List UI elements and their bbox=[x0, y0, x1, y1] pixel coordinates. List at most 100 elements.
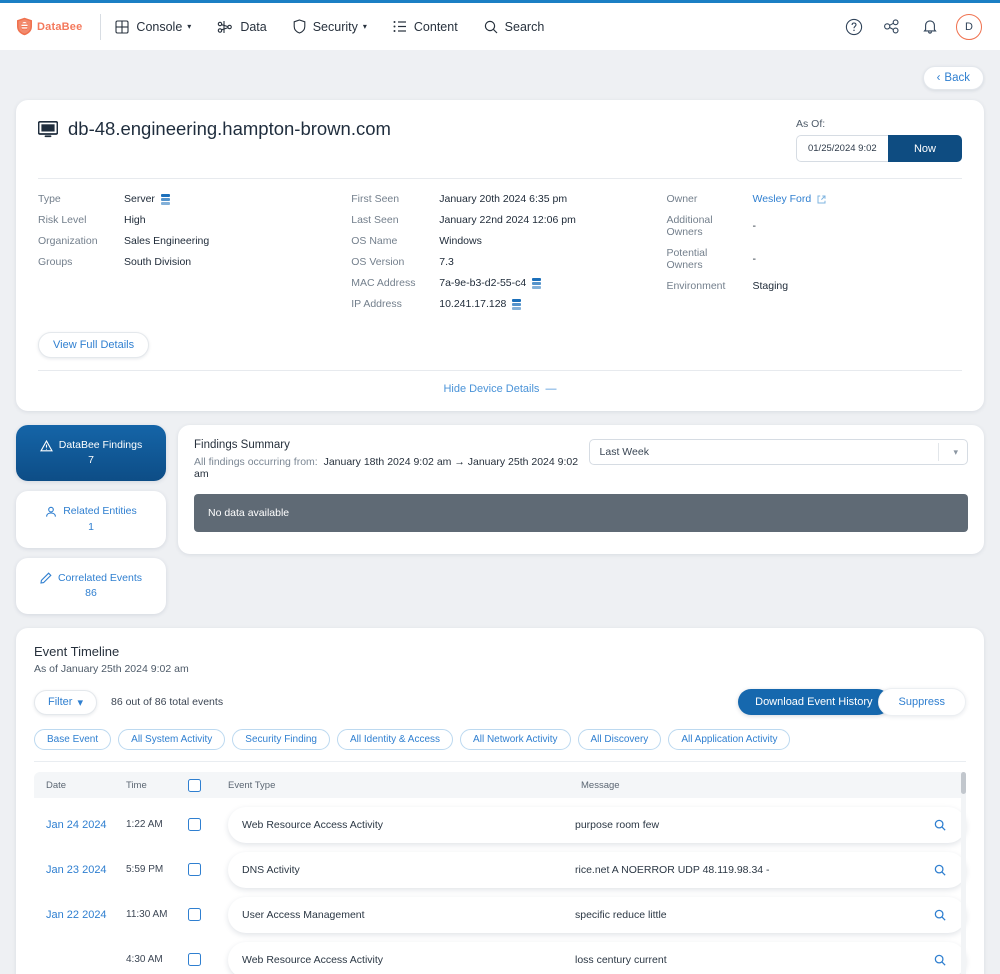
meta-key: Potential Owners bbox=[666, 247, 708, 271]
event-table-scrollbar-thumb[interactable] bbox=[961, 772, 966, 795]
nav-item-security[interactable]: Security ▾ bbox=[293, 19, 367, 34]
tab-label: DataBee Findings bbox=[58, 439, 143, 451]
nav-item-content[interactable]: Content bbox=[393, 20, 458, 34]
event-row-card[interactable]: Web Resource Access Activity loss centur… bbox=[228, 941, 966, 974]
divider bbox=[34, 761, 966, 763]
as-of-input[interactable] bbox=[795, 135, 888, 162]
chevron-down-icon: ▾ bbox=[187, 22, 192, 31]
chevron-down-icon: ▾ bbox=[362, 22, 367, 31]
brand-logo-group[interactable]: DataBee bbox=[0, 17, 82, 36]
table-row: Jan 24 2024 1:22 AM Web Resource Access … bbox=[34, 802, 966, 847]
device-meta-grid: Type Server Risk Level High Organization… bbox=[38, 179, 962, 310]
event-timeline-title: Event Timeline bbox=[34, 644, 120, 660]
meta-value-owner: Wesley Ford bbox=[752, 193, 962, 205]
meta-key: Additional Owners bbox=[666, 214, 713, 238]
top-navigation-bar: DataBee Console ▾ Data Security ▾ Conten… bbox=[0, 0, 1000, 50]
row-checkbox[interactable] bbox=[188, 908, 201, 922]
meta-value-first-seen: January 20th 2024 6:35 pm bbox=[439, 193, 568, 205]
meta-key: Organization bbox=[38, 235, 98, 247]
event-row-card[interactable]: User Access Management specific reduce l… bbox=[228, 896, 966, 933]
tab-databee-findings[interactable]: DataBee Findings 7 bbox=[16, 425, 166, 482]
meta-key: MAC Address bbox=[351, 277, 416, 289]
now-button[interactable]: Now bbox=[887, 135, 962, 162]
event-row-card[interactable]: Web Resource Access Activity purpose roo… bbox=[228, 806, 966, 843]
chip-all-application-activity[interactable]: All Application Activity bbox=[668, 729, 791, 751]
list-icon bbox=[393, 20, 407, 33]
row-message: loss century current bbox=[575, 953, 667, 966]
chip-base-event[interactable]: Base Event bbox=[34, 729, 112, 751]
chip-all-identity-access[interactable]: All Identity & Access bbox=[337, 729, 454, 751]
brand-name: DataBee bbox=[37, 20, 83, 33]
download-event-history-button[interactable]: Download Event History bbox=[738, 689, 890, 716]
row-select-cell bbox=[188, 863, 228, 877]
back-row: ‹ Back bbox=[0, 50, 1000, 90]
bell-icon[interactable] bbox=[918, 15, 942, 39]
external-link-icon[interactable] bbox=[817, 195, 826, 204]
event-timeline-controls: Filter ▾ 86 out of 86 total events Downl… bbox=[34, 688, 966, 717]
no-data-banner: No data available bbox=[194, 494, 968, 532]
meta-value-additional-owners: - bbox=[752, 220, 756, 232]
meta-key: Environment bbox=[666, 280, 726, 292]
chip-all-network-activity[interactable]: All Network Activity bbox=[460, 729, 571, 751]
findings-summary-subtitle: All findings occurring from: January 18t… bbox=[194, 456, 589, 480]
meta-value-potential-owners: - bbox=[752, 253, 756, 265]
copy-icon[interactable] bbox=[512, 299, 522, 310]
view-full-details-button[interactable]: View Full Details bbox=[38, 332, 150, 358]
row-date[interactable]: Jan 23 2024 bbox=[34, 864, 126, 876]
graph-icon bbox=[217, 20, 233, 34]
row-date[interactable]: Jan 24 2024 bbox=[34, 819, 126, 831]
findings-summary-header: Findings Summary All findings occurring … bbox=[194, 439, 968, 480]
meta-column-3: Owner Wesley Ford Additional Owners - Po… bbox=[666, 193, 962, 310]
summary-prefix: All findings occurring from: bbox=[194, 456, 318, 468]
event-table-body: Jan 24 2024 1:22 AM Web Resource Access … bbox=[34, 802, 966, 974]
time-range-selected-value: Last Week bbox=[599, 446, 649, 458]
row-checkbox[interactable] bbox=[188, 818, 201, 832]
select-all-checkbox[interactable] bbox=[188, 778, 201, 792]
tab-correlated-events[interactable]: Correlated Events 86 bbox=[16, 557, 166, 615]
time-range-select[interactable]: Last Week ▾ bbox=[588, 439, 968, 465]
meta-key: IP Address bbox=[351, 298, 402, 310]
tab-related-entities[interactable]: Related Entities 1 bbox=[16, 491, 166, 548]
row-inspect-button[interactable] bbox=[920, 909, 960, 921]
row-date[interactable]: Jan 22 2024 bbox=[34, 909, 126, 921]
apps-icon[interactable] bbox=[880, 15, 904, 39]
grid-icon bbox=[115, 19, 129, 34]
row-inspect-button[interactable] bbox=[920, 819, 960, 831]
table-row: 4:30 AM Web Resource Access Activity los… bbox=[34, 937, 966, 974]
nav-item-search[interactable]: Search bbox=[484, 20, 544, 34]
row-inspect-button[interactable] bbox=[920, 864, 960, 876]
back-button[interactable]: ‹ Back bbox=[922, 66, 984, 90]
nav-item-data[interactable]: Data bbox=[217, 20, 267, 34]
event-table-scrollbar-track[interactable] bbox=[961, 772, 966, 974]
row-select-cell bbox=[188, 953, 228, 967]
nav-label-content: Content bbox=[413, 19, 458, 34]
monitor-icon bbox=[38, 120, 58, 138]
chip-all-discovery[interactable]: All Discovery bbox=[577, 729, 662, 751]
tab-count: 86 bbox=[85, 587, 97, 600]
select-divider bbox=[938, 443, 939, 461]
findings-summary-text: Findings Summary All findings occurring … bbox=[194, 439, 589, 480]
shield-icon bbox=[293, 19, 306, 34]
row-event-type: Web Resource Access Activity bbox=[242, 818, 384, 831]
filter-button[interactable]: Filter ▾ bbox=[34, 689, 97, 715]
hide-device-details-toggle[interactable]: Hide Device Details — bbox=[38, 371, 962, 401]
nav-label-security: Security bbox=[312, 19, 358, 34]
chip-all-system-activity[interactable]: All System Activity bbox=[118, 729, 226, 751]
row-message: rice.net A NOERROR UDP 48.119.98.34 - bbox=[575, 863, 770, 876]
chip-security-finding[interactable]: Security Finding bbox=[232, 729, 330, 751]
event-row-card[interactable]: DNS Activity rice.net A NOERROR UDP 48.1… bbox=[228, 851, 966, 888]
nav-item-console[interactable]: Console ▾ bbox=[115, 20, 191, 34]
row-checkbox[interactable] bbox=[188, 953, 201, 967]
copy-icon[interactable] bbox=[160, 194, 170, 205]
copy-icon[interactable] bbox=[532, 278, 542, 289]
device-header: db-48.engineering.hampton-brown.com As O… bbox=[38, 118, 962, 162]
findings-tab-list: DataBee Findings 7 Related Entities 1 Co… bbox=[16, 425, 166, 615]
row-inspect-button[interactable] bbox=[920, 954, 960, 966]
help-icon[interactable] bbox=[842, 15, 866, 39]
avatar[interactable]: D bbox=[956, 13, 982, 40]
meta-key: Risk Level bbox=[38, 214, 87, 226]
row-checkbox[interactable] bbox=[188, 863, 201, 877]
nav-label-console: Console bbox=[136, 19, 183, 34]
suppress-button[interactable]: Suppress bbox=[877, 688, 966, 717]
owner-link[interactable]: Wesley Ford bbox=[752, 193, 811, 205]
